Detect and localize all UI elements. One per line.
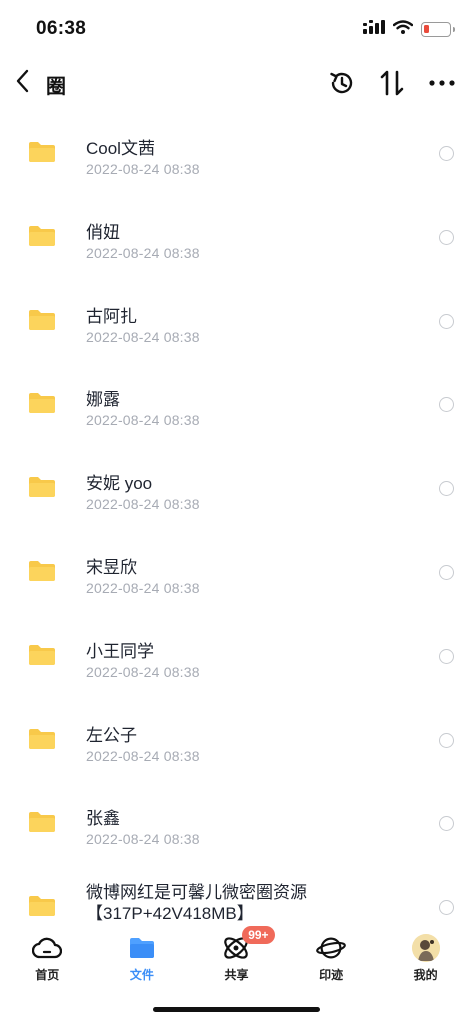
select-radio[interactable]: [439, 564, 454, 580]
battery-level: [424, 25, 429, 33]
tab-bar: 首页 文件 99+ 共享 印迹 我的: [0, 926, 473, 988]
folder-icon: [29, 142, 55, 162]
status-time: 06:38: [36, 18, 87, 39]
status-icons: [363, 20, 455, 39]
list-item[interactable]: 左公子 2022-08-24 08:38: [0, 695, 473, 779]
tab-label: 首页: [35, 968, 60, 982]
list-item[interactable]: 宋昱欣 2022-08-24 08:38: [0, 527, 473, 611]
folder-icon: [29, 812, 55, 833]
list-item[interactable]: 安妮 yoo 2022-08-24 08:38: [0, 443, 473, 527]
page-title: 圈: [46, 76, 66, 98]
folder-icon: [29, 644, 55, 665]
file-date: 2022-08-24 08:38: [86, 412, 200, 429]
folder-icon: [29, 477, 55, 498]
battery-icon: [421, 22, 455, 37]
file-date: 2022-08-24 08:38: [86, 161, 200, 177]
file-name: 小王同学: [86, 641, 154, 661]
file-name: 张鑫: [86, 809, 120, 829]
list-item[interactable]: 俏妞 2022-08-24 08:38: [0, 192, 473, 276]
avatar-icon: [411, 934, 440, 962]
select-radio[interactable]: [439, 313, 454, 329]
file-name: 俏妞: [86, 222, 120, 242]
file-date: 2022-08-24 08:38: [86, 244, 200, 261]
file-name: 左公子: [86, 725, 137, 745]
status-bar: 06:38: [0, 0, 473, 56]
select-radio[interactable]: [439, 732, 454, 748]
folder-icon: [29, 393, 55, 414]
file-name: 安妮 yoo: [86, 474, 153, 494]
wifi-icon: [392, 20, 414, 39]
file-date: 2022-08-24 08:38: [86, 747, 200, 764]
select-radio[interactable]: [439, 397, 454, 413]
file-name: Cool文茜: [86, 139, 155, 158]
folder-icon: [29, 309, 55, 330]
history-button[interactable]: [325, 66, 359, 100]
more-icon: [429, 80, 455, 86]
nav-bar: 圈: [0, 56, 473, 108]
tab-files[interactable]: 文件: [95, 928, 190, 988]
file-name: 娜露: [86, 390, 120, 410]
tab-share[interactable]: 99+ 共享: [189, 926, 284, 988]
select-radio[interactable]: [439, 481, 454, 497]
folder-icon: [29, 560, 55, 581]
file-date: 2022-08-24 08:38: [86, 831, 200, 848]
list-item[interactable]: 娜露 2022-08-24 08:38: [0, 359, 473, 443]
file-date: 2022-08-24 08:38: [86, 496, 200, 513]
list-item[interactable]: Cool文茜 2022-08-24 08:38: [0, 108, 473, 192]
sort-icon: [380, 70, 404, 96]
planet-icon: [316, 933, 346, 963]
history-icon: [330, 72, 353, 94]
tab-me[interactable]: 我的: [378, 928, 473, 988]
file-name: 宋昱欣: [86, 557, 137, 577]
list-item[interactable]: 古阿扎 2022-08-24 08:38: [0, 276, 473, 360]
list-item[interactable]: 小王同学 2022-08-24 08:38: [0, 611, 473, 695]
more-button[interactable]: [425, 66, 459, 100]
list-item[interactable]: 张鑫 2022-08-24 08:38: [0, 778, 473, 862]
cloud-icon: [32, 933, 63, 963]
select-radio[interactable]: [439, 229, 454, 245]
tab-label: 文件: [129, 968, 154, 982]
folder-icon: [29, 728, 55, 749]
file-date: 2022-08-24 08:38: [86, 663, 200, 680]
file-date: 2022-08-24 08:38: [86, 579, 200, 596]
list-item[interactable]: 微博网红是可馨儿微密圈资源【317P+42V418MB】: [0, 862, 473, 928]
select-radio[interactable]: [439, 648, 454, 664]
back-button[interactable]: [10, 66, 36, 96]
sort-button[interactable]: [375, 66, 409, 100]
select-radio[interactable]: [439, 146, 454, 161]
folder-icon: [29, 225, 55, 246]
tab-footprint[interactable]: 印迹: [284, 928, 379, 988]
tab-label: 我的: [413, 968, 438, 982]
tab-label: 印迹: [319, 968, 344, 982]
select-radio[interactable]: [439, 816, 454, 832]
nav-actions: [309, 66, 459, 100]
signal-icon: [363, 20, 385, 39]
select-radio[interactable]: [439, 900, 454, 916]
folder-icon: [29, 896, 55, 917]
file-list: Cool文茜 2022-08-24 08:38 俏妞 2022-08-24 08:38…: [0, 108, 473, 928]
file-name: 古阿扎: [86, 306, 137, 326]
home-indicator: [153, 1007, 320, 1012]
notification-badge: 99+: [242, 926, 275, 944]
file-date: 2022-08-24 08:38: [86, 328, 200, 345]
back-chevron-icon: [16, 69, 29, 93]
tab-label: 共享: [224, 968, 249, 982]
file-name: 微博网红是可馨儿微密圈资源【317P+42V418MB】: [86, 883, 307, 924]
tab-home[interactable]: 首页: [0, 928, 95, 988]
folder-icon: [127, 933, 157, 963]
